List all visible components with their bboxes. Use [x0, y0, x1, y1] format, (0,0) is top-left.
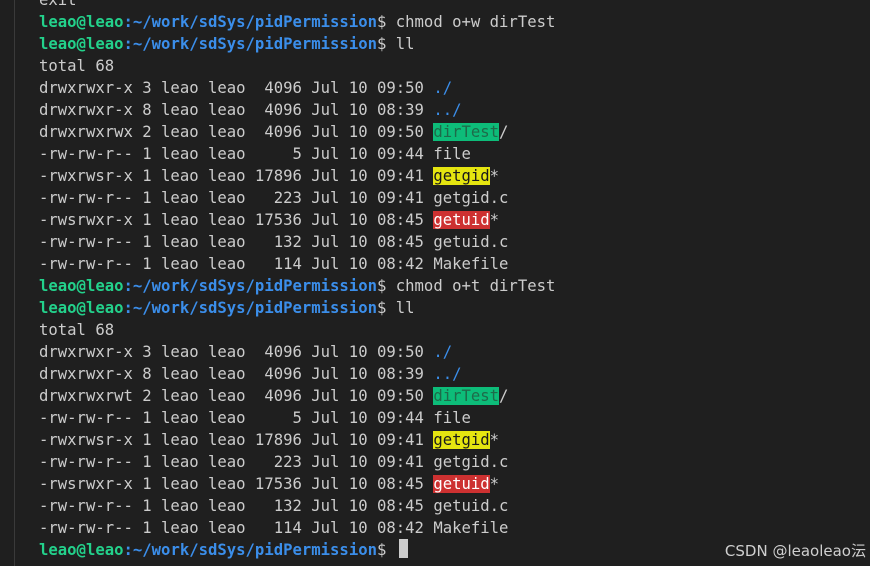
file-metadata: -rwxrwsr-x 1 leao leao 17896 Jul 10 09:4…	[39, 431, 434, 449]
prompt-user: leao@leao	[39, 541, 124, 559]
file-metadata: -rw-rw-r-- 1 leao leao 114 Jul 10 08:42	[39, 519, 434, 537]
prompt-symbol: $	[376, 277, 396, 295]
file-type-suffix: /	[499, 123, 509, 141]
output-line: drwxrwxrwt 2 leao leao 4096 Jul 10 09:50…	[39, 385, 870, 407]
file-type-suffix: *	[489, 475, 500, 493]
output-line: -rwsrwxr-x 1 leao leao 17536 Jul 10 08:4…	[39, 473, 870, 495]
file-name: ../	[433, 101, 462, 119]
file-metadata: drwxrwxr-x 8 leao leao 4096 Jul 10 08:39	[39, 365, 434, 383]
terminal-window[interactable]: exit leao@leao:~/work/sdSys/pidPermission…	[0, 0, 870, 566]
output-line: -rwsrwxr-x 1 leao leao 17536 Jul 10 08:4…	[39, 209, 870, 231]
output-text: total 68	[39, 57, 115, 75]
file-metadata: -rw-rw-r-- 1 leao leao 114 Jul 10 08:42	[39, 255, 434, 273]
file-type-suffix: *	[489, 167, 500, 185]
terminal-output: exit leao@leao:~/work/sdSys/pidPermission…	[39, 0, 870, 561]
file-metadata: drwxrwxr-x 8 leao leao 4096 Jul 10 08:39	[39, 101, 434, 119]
output-line: -rw-rw-r-- 1 leao leao 114 Jul 10 08:42 …	[39, 253, 870, 275]
prompt-user: leao@leao	[39, 277, 124, 295]
file-metadata: -rwxrwsr-x 1 leao leao 17896 Jul 10 09:4…	[39, 167, 434, 185]
file-name: Makefile	[433, 519, 509, 537]
file-metadata: drwxrwxrwx 2 leao leao 4096 Jul 10 09:50	[39, 123, 434, 141]
gutter-divider	[14, 0, 15, 566]
prompt-symbol: $	[376, 13, 396, 31]
watermark: CSDN @leaoleao沄	[724, 542, 866, 560]
file-metadata: -rwsrwxr-x 1 leao leao 17536 Jul 10 08:4…	[39, 211, 434, 229]
prompt-line: leao@leao:~/work/sdSys/pidPermission$ ll	[39, 297, 870, 319]
file-name: getgid	[433, 167, 490, 185]
prompt-user: leao@leao	[39, 35, 124, 53]
prompt-line: leao@leao:~/work/sdSys/pidPermission$ ch…	[39, 275, 870, 297]
output-line: -rw-rw-r-- 1 leao leao 223 Jul 10 09:41 …	[39, 451, 870, 473]
prompt-line: leao@leao:~/work/sdSys/pidPermission$ ch…	[39, 11, 870, 33]
output-line: -rw-rw-r-- 1 leao leao 132 Jul 10 08:45 …	[39, 495, 870, 517]
file-metadata: -rw-rw-r-- 1 leao leao 5 Jul 10 09:44	[39, 409, 434, 427]
file-metadata: -rw-rw-r-- 1 leao leao 5 Jul 10 09:44	[39, 145, 434, 163]
file-name: file	[433, 145, 471, 163]
prompt-path: :~/work/sdSys/pidPermission	[123, 13, 377, 31]
output-line: -rw-rw-r-- 1 leao leao 132 Jul 10 08:45 …	[39, 231, 870, 253]
file-name: dirTest	[433, 387, 500, 405]
text-cursor[interactable]	[398, 539, 408, 558]
file-name: getuid	[433, 475, 490, 493]
file-type-suffix: *	[489, 211, 500, 229]
file-name: file	[433, 409, 471, 427]
command-text: ll	[395, 299, 415, 317]
file-name: getuid	[433, 211, 490, 229]
output-line: drwxrwxrwx 2 leao leao 4096 Jul 10 09:50…	[39, 121, 870, 143]
file-name: getuid.c	[433, 497, 509, 515]
file-name: dirTest	[433, 123, 500, 141]
file-type-suffix: *	[489, 431, 500, 449]
file-name: getuid.c	[433, 233, 509, 251]
file-type-suffix: /	[499, 387, 509, 405]
output-line: drwxrwxr-x 3 leao leao 4096 Jul 10 09:50…	[39, 77, 870, 99]
prompt-line: leao@leao:~/work/sdSys/pidPermission$ ll	[39, 33, 870, 55]
file-name: getgid	[433, 431, 490, 449]
file-metadata: -rw-rw-r-- 1 leao leao 223 Jul 10 09:41	[39, 189, 434, 207]
output-line: total 68	[39, 55, 870, 77]
file-name: getgid.c	[433, 453, 509, 471]
output-line: exit	[39, 0, 870, 11]
output-line: -rwxrwsr-x 1 leao leao 17896 Jul 10 09:4…	[39, 429, 870, 451]
prompt-symbol: $	[376, 35, 396, 53]
file-metadata: drwxrwxrwt 2 leao leao 4096 Jul 10 09:50	[39, 387, 434, 405]
output-line: -rw-rw-r-- 1 leao leao 114 Jul 10 08:42 …	[39, 517, 870, 539]
file-metadata: -rw-rw-r-- 1 leao leao 132 Jul 10 08:45	[39, 497, 434, 515]
output-line: drwxrwxr-x 8 leao leao 4096 Jul 10 08:39…	[39, 363, 870, 385]
command-text: chmod o+t dirTest	[395, 277, 556, 295]
file-name: ../	[433, 365, 462, 383]
prompt-user: leao@leao	[39, 13, 124, 31]
output-line: -rw-rw-r-- 1 leao leao 5 Jul 10 09:44 fi…	[39, 407, 870, 429]
file-metadata: drwxrwxr-x 3 leao leao 4096 Jul 10 09:50	[39, 343, 434, 361]
prompt-symbol: $	[376, 299, 396, 317]
prompt-user: leao@leao	[39, 299, 124, 317]
command-text: ll	[395, 35, 415, 53]
output-line: -rw-rw-r-- 1 leao leao 5 Jul 10 09:44 fi…	[39, 143, 870, 165]
file-name: ./	[433, 79, 453, 97]
file-metadata: -rw-rw-r-- 1 leao leao 223 Jul 10 09:41	[39, 453, 434, 471]
output-text: exit	[39, 0, 77, 9]
prompt-path: :~/work/sdSys/pidPermission	[123, 299, 377, 317]
output-line: total 68	[39, 319, 870, 341]
output-line: -rwxrwsr-x 1 leao leao 17896 Jul 10 09:4…	[39, 165, 870, 187]
prompt-path: :~/work/sdSys/pidPermission	[123, 35, 377, 53]
prompt-path: :~/work/sdSys/pidPermission	[123, 541, 377, 559]
output-text: total 68	[39, 321, 115, 339]
file-name: Makefile	[433, 255, 509, 273]
file-metadata: -rwsrwxr-x 1 leao leao 17536 Jul 10 08:4…	[39, 475, 434, 493]
command-text: chmod o+w dirTest	[395, 13, 556, 31]
prompt-symbol: $	[376, 541, 396, 559]
file-name: getgid.c	[433, 189, 509, 207]
output-line: drwxrwxr-x 3 leao leao 4096 Jul 10 09:50…	[39, 341, 870, 363]
file-metadata: drwxrwxr-x 3 leao leao 4096 Jul 10 09:50	[39, 79, 434, 97]
file-name: ./	[433, 343, 453, 361]
output-line: -rw-rw-r-- 1 leao leao 223 Jul 10 09:41 …	[39, 187, 870, 209]
output-line: drwxrwxr-x 8 leao leao 4096 Jul 10 08:39…	[39, 99, 870, 121]
prompt-path: :~/work/sdSys/pidPermission	[123, 277, 377, 295]
file-metadata: -rw-rw-r-- 1 leao leao 132 Jul 10 08:45	[39, 233, 434, 251]
